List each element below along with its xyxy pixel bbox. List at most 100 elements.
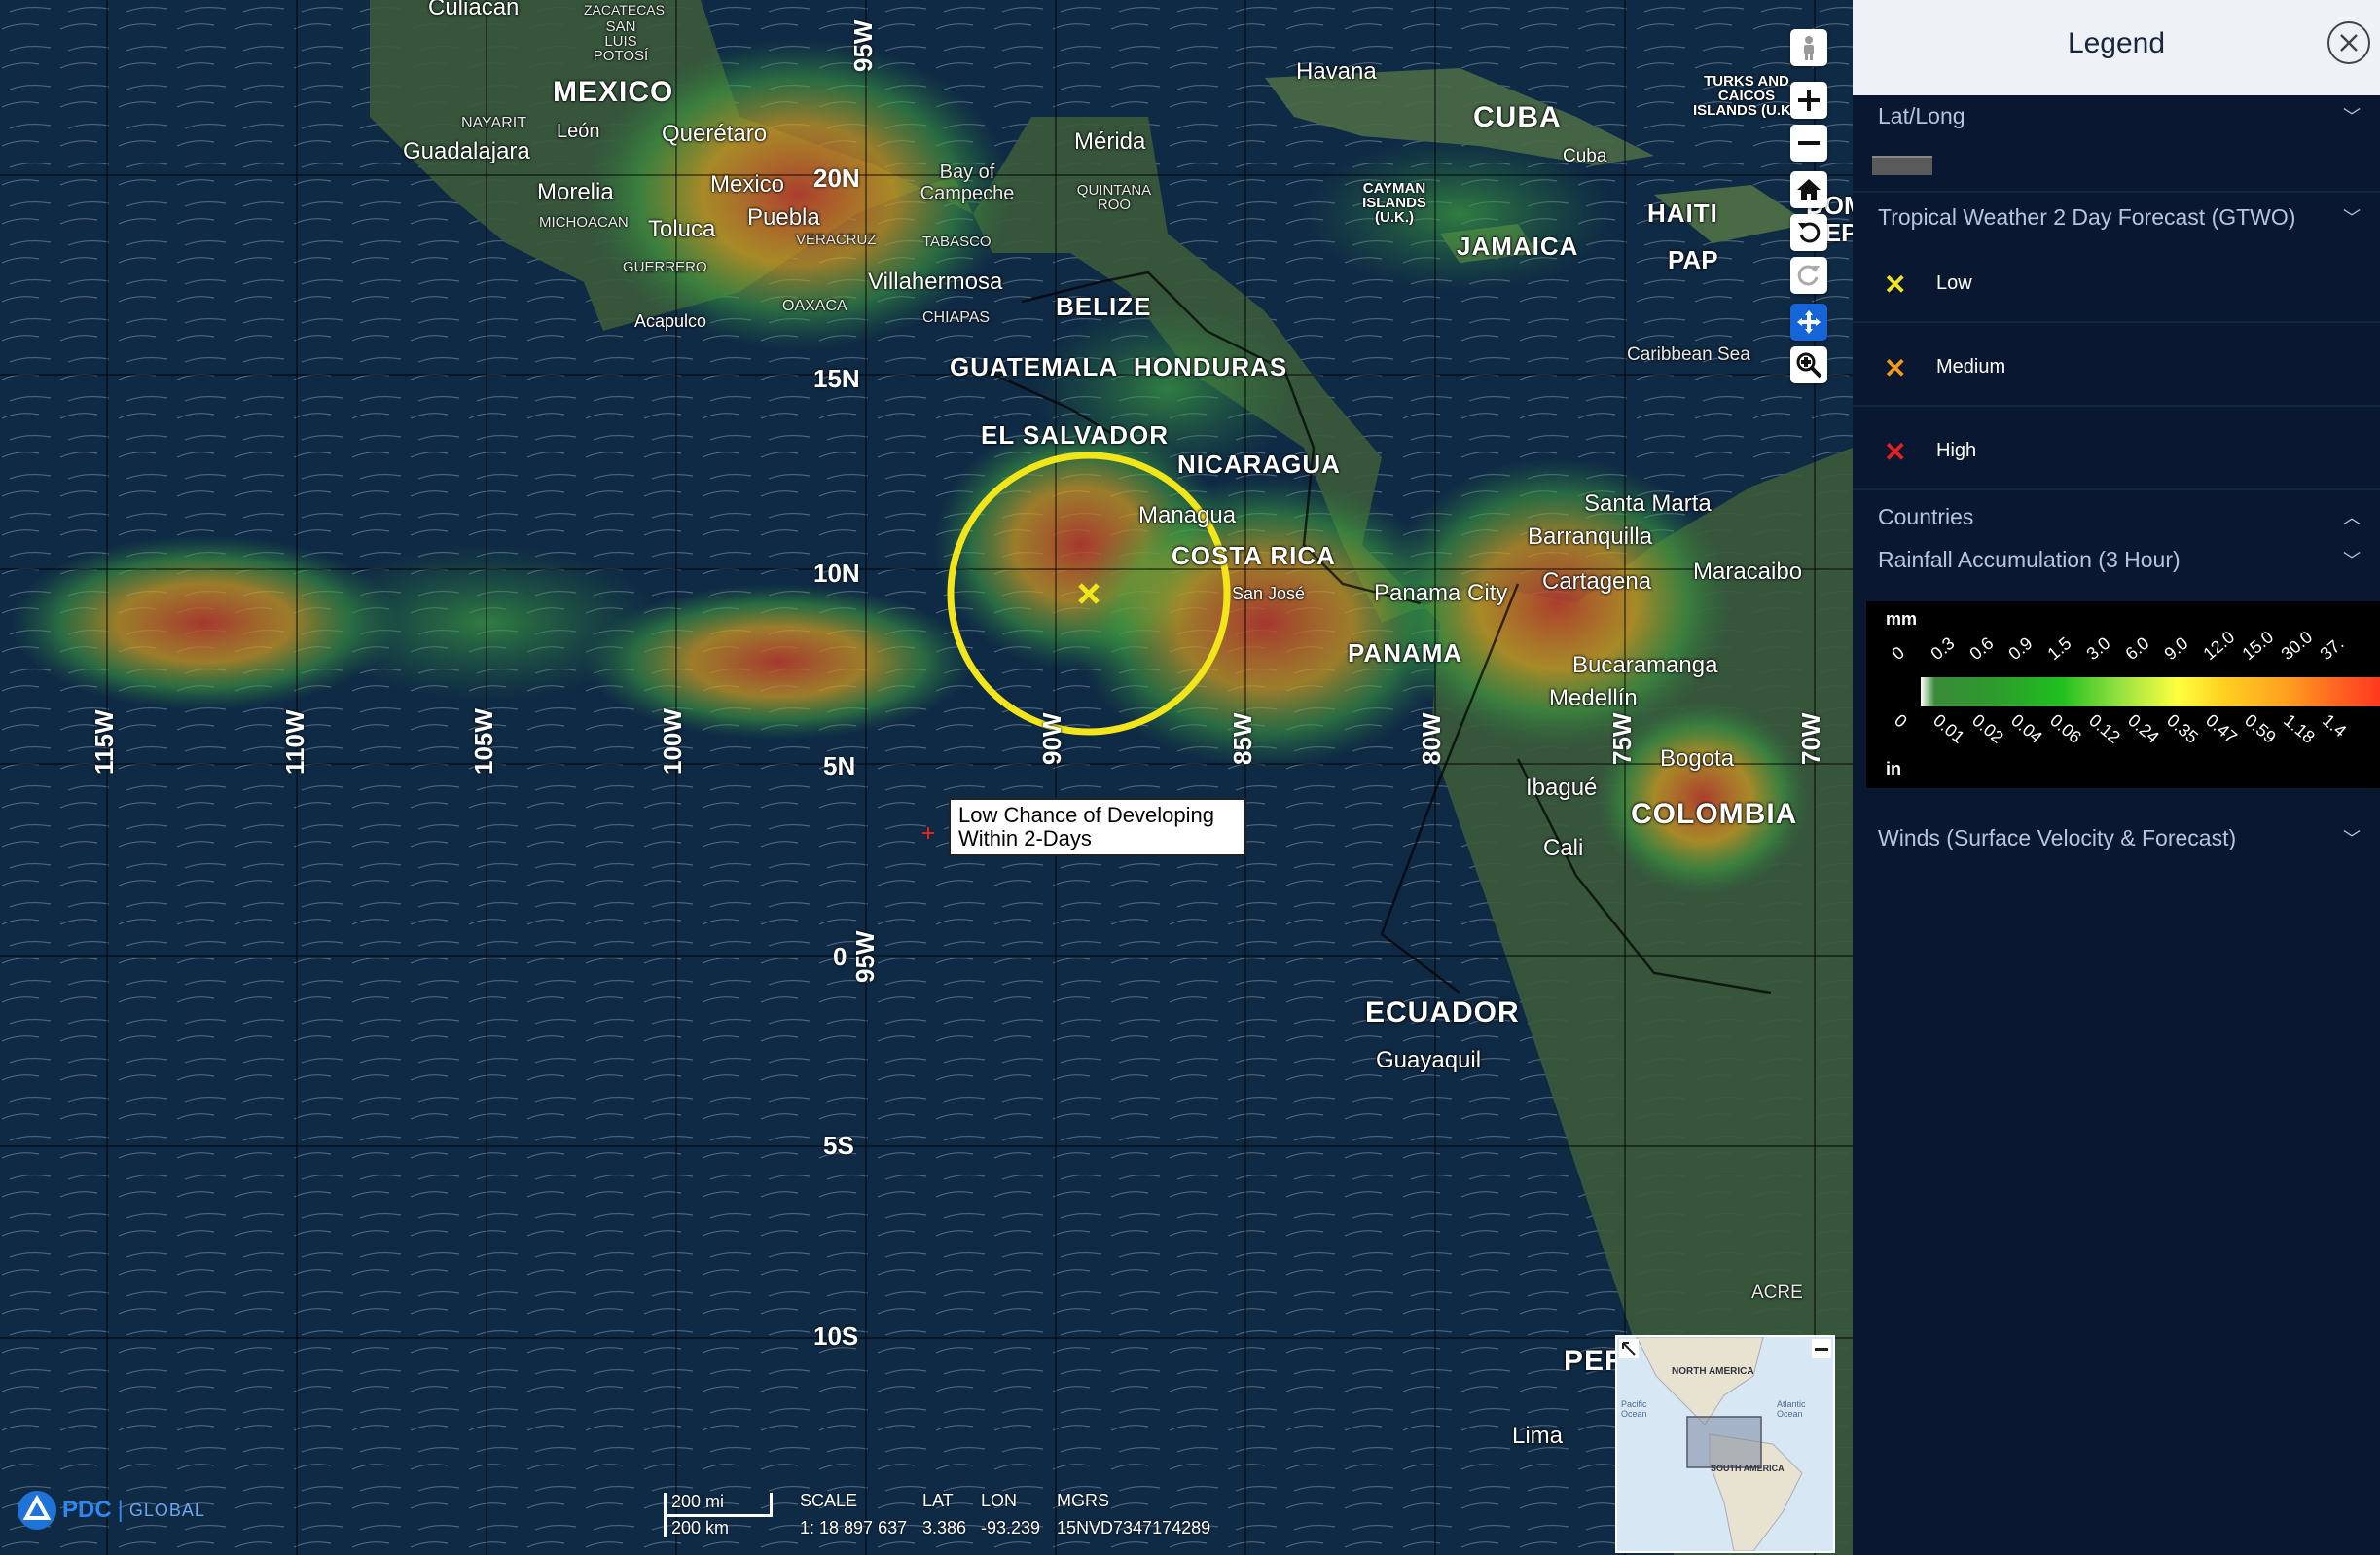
section-title: Tropical Weather 2 Day Forecast (GTWO) bbox=[1878, 204, 2296, 230]
city-label: Bogota bbox=[1660, 745, 1735, 772]
rain-mm-tick: 1.5 bbox=[2043, 633, 2075, 665]
rain-in-tick: 0.59 bbox=[2241, 710, 2280, 747]
street-view-button[interactable] bbox=[1790, 29, 1827, 66]
rain-unit-in: in bbox=[1886, 759, 1901, 778]
country-label: JAMAICA bbox=[1457, 232, 1579, 261]
rain-in-tick: 0.35 bbox=[2163, 710, 2202, 747]
x-marker-icon: ✕ bbox=[1884, 270, 1907, 300]
country-label: HAITI bbox=[1647, 199, 1718, 228]
legend-section-winds[interactable]: Winds (Surface Velocity & Forecast) ﹀ bbox=[1878, 825, 2361, 851]
minus-icon bbox=[1815, 1348, 1828, 1351]
city-label: Mérida bbox=[1074, 128, 1146, 155]
home-icon bbox=[1797, 179, 1821, 200]
state-label: VERACRUZ bbox=[796, 232, 877, 248]
legend-item-high: ✕ High bbox=[1853, 411, 2380, 490]
pan-button[interactable] bbox=[1790, 304, 1827, 341]
minimap-label: SOUTH AMERICA bbox=[1711, 1464, 1785, 1473]
zoom-box-icon bbox=[1796, 352, 1822, 379]
legend-title: Legend bbox=[2067, 27, 2166, 59]
chevron-down-icon: ﹀ bbox=[2343, 551, 2361, 570]
state-label: ACRE bbox=[1751, 1283, 1803, 1303]
rotate-cw-button[interactable] bbox=[1790, 257, 1827, 294]
latlong-swatch bbox=[1872, 156, 1932, 175]
city-label: Villahermosa bbox=[868, 269, 1003, 295]
lon-label: 100W bbox=[658, 708, 687, 775]
lon-label: 85W bbox=[1228, 712, 1257, 765]
chevron-down-icon: ﹀ bbox=[2343, 107, 2361, 127]
rain-mm-tick: 6.0 bbox=[2121, 633, 2153, 665]
country-label: COLOMBIA bbox=[1631, 798, 1798, 830]
state-label: TABASCO bbox=[922, 234, 992, 250]
country-label: EL SALVADOR bbox=[981, 420, 1170, 450]
wind-colorbar bbox=[1866, 878, 2380, 926]
rain-in-tick: 0.12 bbox=[2085, 710, 2124, 747]
territory-label: TURKS AND CAICOS ISLANDS (U.K.) bbox=[1693, 73, 1800, 119]
map-view[interactable]: mphkm/h049131822273136404555071422293643… bbox=[0, 0, 1853, 1555]
overview-map[interactable]: NORTH AMERICA SOUTH AMERICA Pacific Ocea… bbox=[1615, 1335, 1835, 1553]
city-label: Medellín bbox=[1549, 685, 1638, 711]
overview-extent[interactable] bbox=[1686, 1416, 1762, 1468]
collapse-minimap-button[interactable] bbox=[1812, 1339, 1831, 1358]
zoom-in-icon bbox=[1798, 90, 1820, 111]
lon-label: 95W bbox=[850, 930, 880, 983]
scale-km: 200 km bbox=[671, 1518, 730, 1537]
logo-brand: PDC bbox=[62, 1497, 112, 1523]
chevron-down-icon: ﹀ bbox=[2343, 208, 2361, 228]
legend-section-latlong[interactable]: Lat/Long ﹀ bbox=[1878, 103, 2361, 129]
legend-panel: Legend Lat/Long ﹀ Tropical Weather 2 Day… bbox=[1853, 0, 2380, 1555]
city-label: Bucaramanga bbox=[1572, 652, 1718, 678]
rain-in-tick: 0.24 bbox=[2124, 710, 2163, 747]
city-label: San José bbox=[1232, 584, 1306, 603]
rotate-ccw-button[interactable] bbox=[1790, 214, 1827, 251]
city-label: Morelia bbox=[537, 179, 614, 205]
rain-mm-tick: 3.0 bbox=[2082, 633, 2114, 665]
rainfall-colorbar: mm in 0 0.3 0.6 0.9 1.5 3.0 6.0 9.0 12.0 15.0 30.0… bbox=[1866, 601, 2380, 788]
legend-item-label: Low bbox=[1936, 272, 1972, 294]
rotate-ccw-icon bbox=[1798, 222, 1821, 243]
rain-mm-tick: 0.3 bbox=[1927, 633, 1959, 665]
x-marker-icon: ✕ bbox=[1884, 353, 1907, 383]
zoom-out-button[interactable] bbox=[1790, 125, 1827, 162]
section-title: Lat/Long bbox=[1878, 103, 1965, 128]
country-label: GUATEMALA bbox=[950, 352, 1119, 381]
home-button[interactable] bbox=[1790, 171, 1827, 208]
legend-section-gtwo[interactable]: Tropical Weather 2 Day Forecast (GTWO) ﹀ bbox=[1878, 204, 2361, 231]
lat-label: LAT bbox=[922, 1491, 954, 1510]
country-label: BELIZE bbox=[1056, 292, 1152, 321]
mgrs-value: 15NVD7347174289 bbox=[1057, 1518, 1211, 1537]
mgrs-label: MGRS bbox=[1057, 1491, 1109, 1510]
city-label: Toluca bbox=[648, 216, 716, 242]
legend-item-low: ✕ Low bbox=[1853, 243, 2380, 323]
legend-item-label: Medium bbox=[1936, 356, 2006, 378]
city-label: Maracaibo bbox=[1693, 559, 1803, 585]
lon-label: 95W bbox=[848, 19, 878, 72]
lon-label: 90W bbox=[1037, 712, 1066, 765]
lat-value: 3.386 bbox=[922, 1518, 967, 1537]
x-marker-icon: ✕ bbox=[1884, 437, 1907, 467]
state-label: SAN LUIS POTOSÍ bbox=[593, 18, 649, 64]
lon-label: 105W bbox=[469, 708, 498, 775]
state-label: NAYARIT bbox=[461, 115, 526, 131]
minimap-label: Pacific Ocean bbox=[1621, 1399, 1647, 1419]
legend-section-countries[interactable]: Countries ︿ bbox=[1878, 504, 2361, 530]
legend-section-rainfall[interactable]: Rainfall Accumulation (3 Hour) ﹀ bbox=[1878, 547, 2361, 573]
city-label: Guadalajara bbox=[403, 138, 530, 164]
section-title: Winds (Surface Velocity & Forecast) bbox=[1878, 825, 2237, 850]
zoom-in-button[interactable] bbox=[1790, 82, 1827, 119]
close-legend-button[interactable] bbox=[2327, 21, 2370, 64]
disturbance-callout[interactable]: Low Chance of Developing Within 2-Days bbox=[949, 798, 1246, 856]
rain-mm-tick: 0 bbox=[1888, 642, 1909, 665]
street-view-icon bbox=[1804, 36, 1814, 60]
state-label: CHIAPAS bbox=[922, 309, 991, 326]
city-label: Cali bbox=[1543, 835, 1584, 861]
rain-mm-tick: 0.6 bbox=[1965, 633, 1998, 665]
rain-in-tick: 0.04 bbox=[2007, 710, 2046, 747]
expand-minimap-button[interactable] bbox=[1619, 1339, 1639, 1358]
legend-header: Legend bbox=[1853, 0, 2380, 95]
city-label: Culiacan bbox=[428, 0, 520, 20]
lon-label: LON bbox=[981, 1491, 1018, 1510]
city-label: Querétaro bbox=[662, 121, 768, 147]
zoom-box-button[interactable] bbox=[1790, 346, 1827, 383]
state-label: ZACATECAS bbox=[584, 2, 665, 18]
rain-mm-tick: 9.0 bbox=[2160, 633, 2192, 665]
